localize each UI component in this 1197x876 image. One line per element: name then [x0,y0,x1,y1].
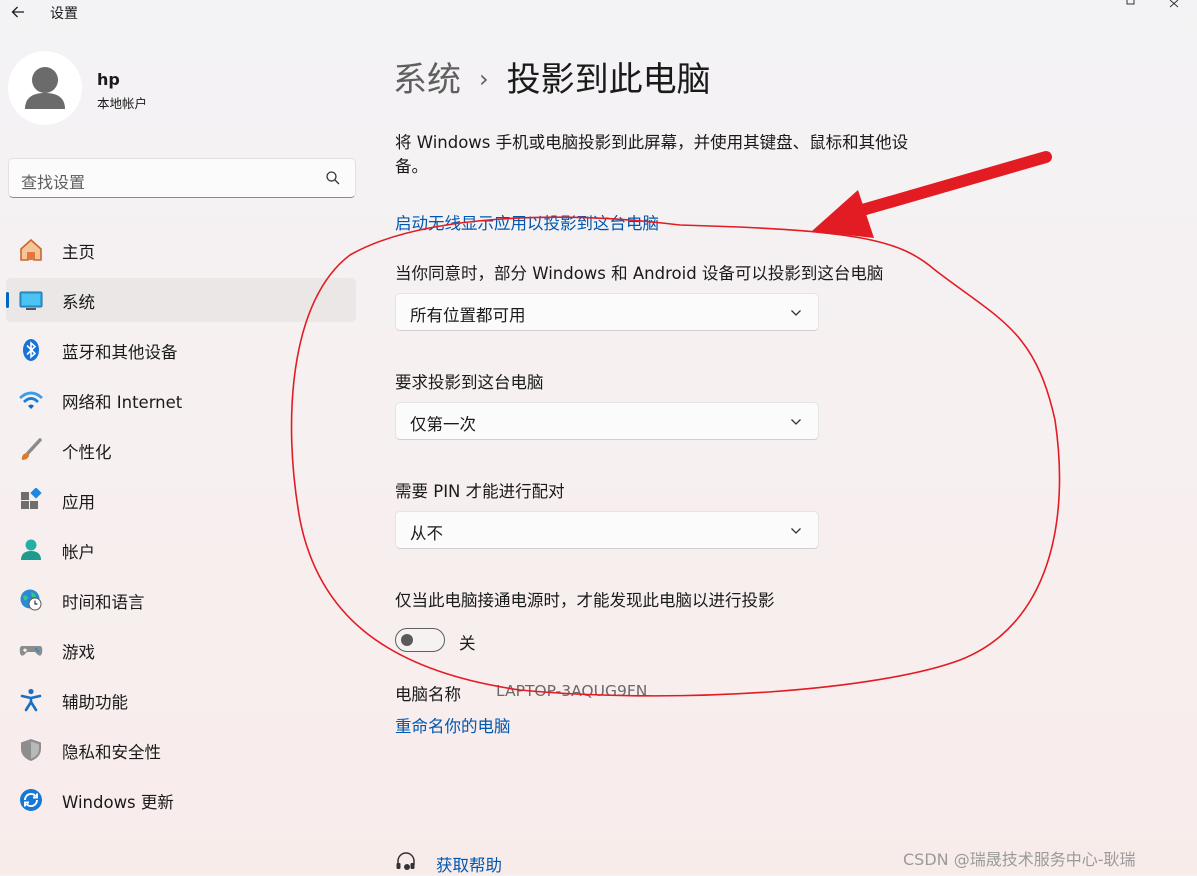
globe-clock-icon [20,589,42,611]
chevron-down-icon [791,419,801,425]
system-icon [19,291,43,310]
search-input[interactable]: 查找设置 [8,158,356,198]
breadcrumb-separator: › [479,65,489,93]
availability-dropdown[interactable]: 所有位置都可用 [395,293,819,331]
sidebar-item-home[interactable]: 主页 [6,228,356,272]
sidebar-item-privacy[interactable]: 隐私和安全性 [6,728,356,772]
page-description: 将 Windows 手机或电脑投影到此屏幕，并使用其键盘、鼠标和其他设 备。 [395,131,940,179]
sidebar-item-label: 应用 [62,493,95,512]
sidebar-item-accounts[interactable]: 帐户 [6,528,356,572]
sidebar-item-label: 主页 [62,243,95,262]
dropdown-value: 所有位置都可用 [410,306,526,325]
chevron-down-icon [791,528,801,534]
power-discovery-toggle[interactable] [395,628,445,652]
sidebar-item-bluetooth[interactable]: 蓝牙和其他设备 [6,328,356,372]
toggle-knob [401,634,413,646]
account-type: 本地帐户 [97,96,148,111]
back-button[interactable] [6,0,30,24]
wifi-icon [19,391,43,409]
setting-ask-label: 要求投影到这台电脑 [395,373,544,392]
pin-pairing-dropdown[interactable]: 从不 [395,511,819,549]
dropdown-value: 仅第一次 [410,415,476,434]
window-controls-icon[interactable] [1120,0,1197,8]
annotation-arrow-head [812,190,874,238]
sidebar-item-apps[interactable]: 应用 [6,478,356,522]
user-silhouette-icon [25,67,65,109]
get-help-link[interactable]: 获取帮助 [436,852,502,876]
active-indicator [6,292,9,308]
sidebar-item-label: 时间和语言 [62,593,145,612]
sidebar-item-personalization[interactable]: 个性化 [6,428,356,472]
description-line-1: 将 Windows 手机或电脑投影到此屏幕，并使用其键盘、鼠标和其他设 [395,133,909,152]
brush-icon [21,438,42,460]
setting-availability-label: 当你同意时，部分 Windows 和 Android 设备可以投影到这台电脑 [395,264,884,283]
ask-to-project-dropdown[interactable]: 仅第一次 [395,402,819,440]
gamepad-icon [19,646,43,656]
toggle-state-label: 关 [459,634,476,653]
dropdown-value: 从不 [410,524,443,543]
apps-icon [21,488,42,509]
chevron-down-icon [791,310,801,316]
avatar[interactable] [8,51,82,125]
sidebar-item-label: 隐私和安全性 [62,743,161,762]
sidebar-item-label: 个性化 [62,443,112,462]
breadcrumb-parent[interactable]: 系统 [393,60,461,100]
launch-wireless-display-link[interactable]: 启动无线显示应用以投影到这台电脑 [395,210,659,234]
sidebar-item-label: Windows 更新 [62,793,174,812]
rename-pc-link[interactable]: 重命名你的电脑 [395,713,511,737]
sidebar-item-label: 系统 [62,293,95,312]
breadcrumb: 系统 › 投影到此电脑 [393,52,711,101]
shield-icon [21,739,41,761]
sidebar-item-label: 游戏 [62,643,95,662]
home-icon [20,238,42,261]
page-title: 投影到此电脑 [506,60,711,100]
accessibility-icon [20,688,42,712]
pc-name-label: 电脑名称 [395,685,461,704]
sidebar-item-network[interactable]: 网络和 Internet [6,378,356,422]
help-icon [396,852,415,870]
sidebar-item-system[interactable]: 系统 [6,278,356,322]
sidebar-item-accessibility[interactable]: 辅助功能 [6,678,356,722]
update-icon [20,789,42,811]
pc-name-value: LAPTOP-3AQUG9FN [496,682,648,700]
bluetooth-icon [23,339,39,361]
search-placeholder: 查找设置 [21,173,86,192]
description-line-2: 备。 [395,157,428,176]
sidebar-item-windows-update[interactable]: Windows 更新 [6,778,356,822]
watermark: CSDN @瑞晟技术服务中心-耿瑞 [903,850,1136,869]
user-name: hp [97,70,120,89]
annotation-circle [290,216,1061,697]
account-icon [21,539,41,560]
power-setting-label: 仅当此电脑接通电源时，才能发现此电脑以进行投影 [395,591,775,610]
sidebar-item-label: 辅助功能 [62,693,128,712]
title-bar: 设置 [0,0,1197,26]
sidebar-item-gaming[interactable]: 游戏 [6,628,356,672]
search-icon[interactable] [325,170,341,186]
app-title: 设置 [50,6,78,22]
sidebar-item-label: 网络和 Internet [62,393,183,412]
back-arrow-icon [11,6,24,18]
sidebar-item-label: 帐户 [62,543,95,562]
setting-pin-label: 需要 PIN 才能进行配对 [395,482,565,501]
sidebar-item-time-language[interactable]: 时间和语言 [6,578,356,622]
sidebar-item-label: 蓝牙和其他设备 [62,343,178,362]
